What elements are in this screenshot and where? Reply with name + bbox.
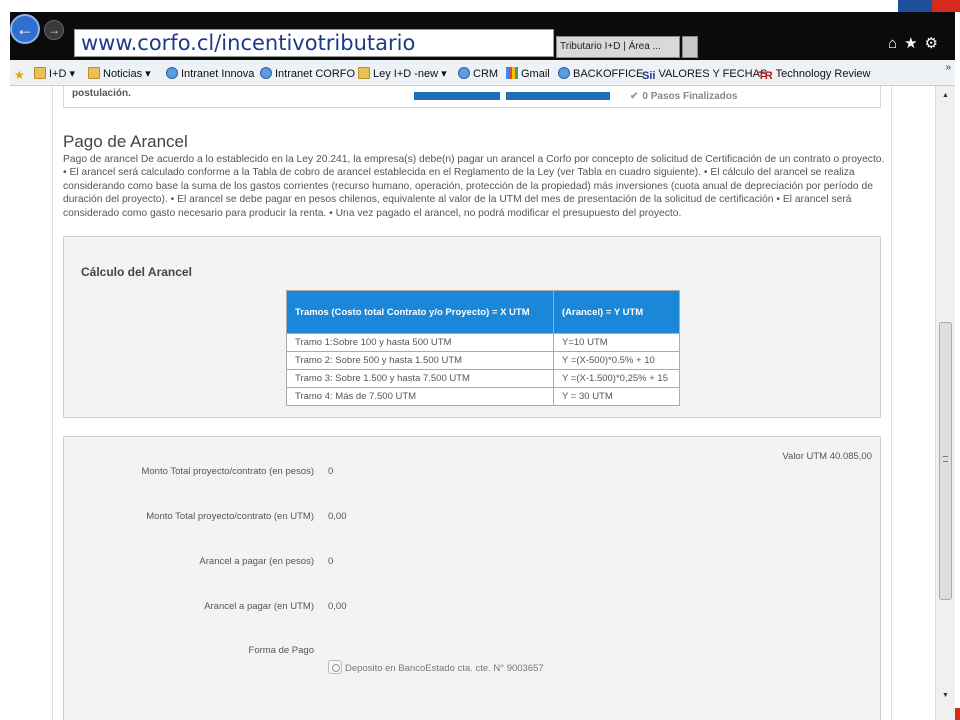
vertical-scrollbar[interactable]: ▲ ▼ — [935, 86, 955, 720]
table-cell: Tramo 4: Más de 7.500 UTM — [286, 387, 554, 406]
browser-tab[interactable]: Tributario I+D | Área ... — [556, 36, 680, 58]
favorite-label: I+D — [49, 68, 67, 80]
monto-total-utm-value: 0,00 — [328, 511, 347, 522]
toolbar-icons: ⌂★⚙ — [888, 34, 945, 52]
table-header-tramos: Tramos (Costo total Contrato y/o Proyect… — [286, 290, 554, 334]
favorite-label: VALORES Y FECHAS — [658, 68, 768, 80]
monto-total-utm-label: Monto Total proyecto/contrato (en UTM) — [146, 511, 314, 522]
favorite-label: Technology Review — [775, 68, 871, 80]
table-header-row: Tramos (Costo total Contrato y/o Proyect… — [286, 290, 680, 334]
favorite-label: Noticias — [103, 68, 143, 80]
scrollbar-thumb[interactable] — [939, 322, 952, 600]
arancel-utm-label: Arancel a pagar (en UTM) — [204, 601, 314, 612]
sii-icon: Sii — [642, 70, 656, 82]
arancel-pesos-label: Arancel a pagar (en pesos) — [199, 556, 314, 567]
scroll-down-arrow-icon[interactable]: ▼ — [936, 688, 955, 704]
action-button-left[interactable] — [414, 92, 500, 100]
forma-pago-label: Forma de Pago — [248, 645, 314, 656]
favorites-star-icon[interactable]: ★ — [904, 35, 924, 52]
table-cell: Y=10 UTM — [553, 333, 680, 352]
gear-icon[interactable]: ⚙ — [925, 35, 945, 52]
favorite-crm[interactable]: CRM — [458, 66, 498, 82]
new-tab-button[interactable] — [682, 36, 698, 58]
pago-arancel-description: Pago de arancel De acuerdo a lo establec… — [63, 154, 885, 219]
favorite-label: Intranet CORFO — [275, 68, 356, 80]
forward-arrow-icon[interactable]: → — [44, 20, 64, 40]
deposito-option-label: Deposito en BancoEstado cta. cte. N° 900… — [345, 663, 544, 674]
favorite-folder-noticias[interactable]: Noticias ▾ — [88, 66, 151, 82]
scroll-up-arrow-icon[interactable]: ▲ — [936, 88, 955, 104]
add-favorite-star-icon[interactable]: ★ — [14, 66, 25, 82]
table-row: Tramo 2: Sobre 500 y hasta 1.500 UTM Y =… — [286, 351, 680, 370]
postulacion-text: postulación. — [72, 88, 131, 99]
address-bar[interactable]: www.corfo.cl/incentivotributario — [74, 29, 554, 57]
favorite-intranet-corfo[interactable]: Intranet CORFO — [260, 66, 355, 82]
back-arrow-icon[interactable]: ← — [10, 14, 40, 44]
table-cell: Y =(X-1.500)*0,25% + 15 — [553, 369, 680, 388]
tramos-table: Tramos (Costo total Contrato y/o Proyect… — [286, 290, 680, 406]
calculo-arancel-panel: Cálculo del Arancel Tramos (Costo total … — [63, 236, 881, 418]
scrollbar-grip-icon — [943, 456, 948, 462]
monto-panel: Valor UTM 40.085,00 Monto Total proyecto… — [63, 436, 881, 720]
checkmark-icon: ✔ — [630, 91, 639, 102]
favorite-label: CRM — [473, 68, 499, 80]
table-row: Tramo 3: Sobre 1.500 y hasta 7.500 UTM Y… — [286, 369, 680, 388]
pasos-status: ✔ 0 Pasos Finalizados — [630, 91, 737, 102]
favorite-label: Ley I+D -new — [373, 68, 439, 80]
google-icon — [506, 67, 518, 79]
web-page: postulación. ✔ 0 Pasos Finalizados Pago d… — [10, 86, 955, 720]
table-row: Tramo 1:Sobre 100 y hasta 500 UTM Y=10 U… — [286, 333, 680, 352]
postulacion-summary: postulación. ✔ 0 Pasos Finalizados — [63, 86, 881, 108]
folder-icon — [358, 67, 370, 79]
home-icon[interactable]: ⌂ — [888, 35, 904, 52]
valor-utm: Valor UTM 40.085,00 — [782, 451, 872, 462]
page-content: postulación. ✔ 0 Pasos Finalizados Pago d… — [52, 86, 892, 720]
folder-icon — [88, 67, 100, 79]
favorites-bar: ★ I+D ▾ Noticias ▾ Intranet Innova Intra… — [10, 60, 955, 86]
arancel-utm-value: 0,00 — [328, 601, 347, 612]
table-cell: Tramo 1:Sobre 100 y hasta 500 UTM — [286, 333, 554, 352]
favorite-folder-ley[interactable]: Ley I+D -new ▾ — [358, 66, 447, 82]
favorite-gmail[interactable]: Gmail — [506, 66, 550, 82]
action-button-right[interactable] — [506, 92, 610, 100]
top-red-stripe — [932, 0, 960, 12]
favorite-intranet-innova[interactable]: Intranet Innova — [166, 66, 254, 82]
ie-page-icon — [166, 67, 178, 79]
ie-page-icon — [558, 67, 570, 79]
monto-total-pesos-label: Monto Total proyecto/contrato (en pesos) — [141, 466, 314, 477]
favorite-technology-review[interactable]: TR Technology Review — [758, 66, 870, 82]
more-favorites-chevron-icon[interactable]: » — [945, 62, 951, 73]
table-cell: Y = 30 UTM — [553, 387, 680, 406]
slide: ← → www.corfo.cl/incentivotributario Tri… — [0, 0, 960, 720]
table-cell: Tramo 3: Sobre 1.500 y hasta 7.500 UTM — [286, 369, 554, 388]
tr-icon: TR — [758, 70, 773, 82]
arancel-pesos-value: 0 — [328, 556, 334, 567]
table-row: Tramo 4: Más de 7.500 UTM Y = 30 UTM — [286, 387, 680, 406]
monto-total-pesos-value: 0 — [328, 466, 334, 477]
favorite-label: Gmail — [521, 68, 550, 80]
deposito-radio-option[interactable]: Deposito en BancoEstado cta. cte. N° 900… — [328, 660, 544, 674]
pasos-text: 0 Pasos Finalizados — [642, 91, 738, 102]
radio-button[interactable] — [328, 660, 342, 674]
favorite-backoffice[interactable]: BACKOFFICE — [558, 66, 643, 82]
favorite-label: BACKOFFICE — [573, 68, 644, 80]
folder-icon — [34, 67, 46, 79]
pago-arancel-title: Pago de Arancel — [63, 132, 188, 151]
ie-page-icon — [260, 67, 272, 79]
table-header-arancel: (Arancel) = Y UTM — [553, 290, 680, 334]
browser-title-bar: ← → www.corfo.cl/incentivotributario Tri… — [10, 12, 955, 60]
table-cell: Tramo 2: Sobre 500 y hasta 1.500 UTM — [286, 351, 554, 370]
calculo-arancel-title: Cálculo del Arancel — [81, 265, 192, 279]
favorite-valores[interactable]: Sii VALORES Y FECHAS — [642, 66, 767, 82]
favorite-label: Intranet Innova — [181, 68, 255, 80]
table-cell: Y =(X-500)*0.5% + 10 — [553, 351, 680, 370]
ie-page-icon — [458, 67, 470, 79]
slide-left-margin — [0, 0, 10, 720]
slide-top-margin — [0, 0, 960, 12]
favorite-folder-id[interactable]: I+D ▾ — [34, 66, 75, 82]
